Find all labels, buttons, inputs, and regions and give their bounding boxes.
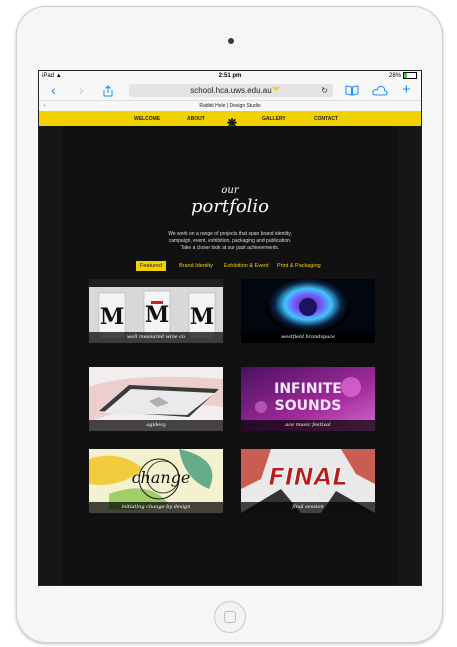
portfolio-section: our portfolio We work on a range of proj… xyxy=(63,126,397,585)
page-body: our portfolio We work on a range of proj… xyxy=(39,126,421,585)
clock: 2:51 pm xyxy=(218,73,242,79)
nav-active-indicator xyxy=(272,87,280,91)
battery-level xyxy=(404,72,408,78)
tab-title[interactable]: Rabbit Hole | Design Studio xyxy=(199,103,260,109)
share-icon[interactable] xyxy=(103,85,113,97)
tab-bar: + Rabbit Hole | Design Studio xyxy=(39,101,421,111)
forward-arrow-icon[interactable]: › xyxy=(79,82,84,98)
book-icon[interactable] xyxy=(345,85,359,96)
portfolio-item[interactable]: INFINITE SOUNDS ace music festival xyxy=(241,367,375,431)
browser-toolbar: ‹ › school.hca.uws.edu.au ↻ + xyxy=(39,81,421,101)
tab-add-icon[interactable]: + xyxy=(43,101,46,111)
site-nav: WELCOME ABOUT ❋ GALLERY CONTACT xyxy=(39,111,421,130)
plus-icon[interactable]: + xyxy=(402,82,411,98)
svg-text:SOUNDS: SOUNDS xyxy=(275,398,342,414)
address-bar[interactable]: school.hca.uws.edu.au ↻ xyxy=(129,84,333,97)
portfolio-item[interactable]: change initiating change by design xyxy=(89,449,223,513)
nav-item-gallery[interactable]: GALLERY xyxy=(262,116,286,122)
filter-brand-identity[interactable]: Brand Identity xyxy=(179,263,213,269)
filter-featured[interactable]: Featured xyxy=(136,261,167,271)
reload-icon[interactable]: ↻ xyxy=(321,84,328,97)
portfolio-item[interactable]: agidesy xyxy=(89,367,223,431)
home-button[interactable] xyxy=(214,601,246,633)
svg-text:M: M xyxy=(145,302,169,328)
svg-text:change: change xyxy=(132,468,191,487)
portfolio-caption: final session xyxy=(241,502,375,513)
heading-our: our xyxy=(221,185,239,196)
svg-text:M: M xyxy=(190,304,214,330)
status-bar: iPad ▲ 2:51 pm 28% xyxy=(39,71,421,81)
filter-exhibition-event[interactable]: Exhibition & Event xyxy=(224,263,269,269)
portfolio-item[interactable]: FINAL final session xyxy=(241,449,375,513)
nav-item-welcome[interactable]: WELCOME xyxy=(134,116,160,122)
nav-item-about[interactable]: ABOUT xyxy=(187,116,205,122)
battery-icon xyxy=(403,71,417,79)
portfolio-caption: westfield brandspace xyxy=(241,332,375,343)
nav-item-contact[interactable]: CONTACT xyxy=(314,116,338,122)
front-camera xyxy=(228,38,234,44)
portfolio-caption: initiating change by design xyxy=(89,502,223,513)
home-button-icon xyxy=(224,611,236,623)
portfolio-caption: well measured wine co xyxy=(89,332,223,343)
portfolio-item[interactable]: M M M well measured wine co xyxy=(89,279,223,343)
page-title: portfolio xyxy=(190,196,270,217)
svg-text:FINAL: FINAL xyxy=(268,463,347,491)
filter-print-packaging[interactable]: Print & Packaging xyxy=(277,263,321,269)
cloud-tabs-icon[interactable] xyxy=(372,85,388,96)
url-text: school.hca.uws.edu.au xyxy=(190,86,272,95)
portfolio-item[interactable]: westfield brandspace xyxy=(241,279,375,343)
back-arrow-icon[interactable]: ‹ xyxy=(51,82,56,98)
svg-text:M: M xyxy=(100,304,124,330)
battery-percent: 28% xyxy=(388,73,401,79)
portfolio-caption: agidesy xyxy=(89,420,223,431)
intro-text: We work on a range of projects that span… xyxy=(168,231,292,251)
svg-text:INFINITE: INFINITE xyxy=(274,381,342,397)
ipad-screen: iPad ▲ 2:51 pm 28% ‹ › school.hca.uws.ed… xyxy=(38,70,422,586)
portfolio-caption: ace music festival xyxy=(241,420,375,431)
